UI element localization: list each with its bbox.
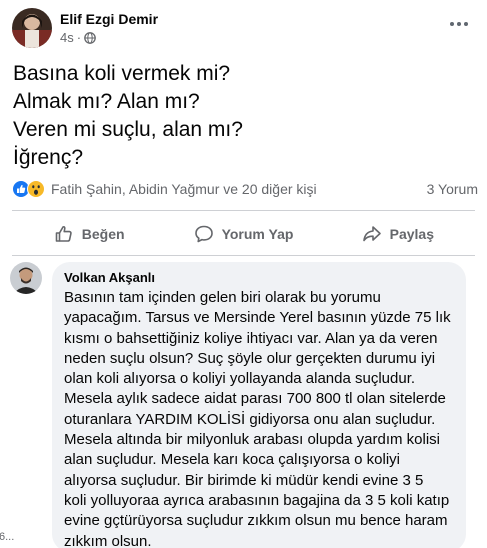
post-text: Basına koli vermek mi? Almak mı? Alan mı… xyxy=(13,60,473,172)
comment-line: alan suçludur. Mesela karı koca çalışıyo… xyxy=(64,451,400,469)
author-avatar[interactable] xyxy=(12,8,52,48)
comment-line: Mesela altında bir milyonluk arabası olu… xyxy=(64,431,441,449)
dot-icon xyxy=(457,22,461,26)
like-label: Beğen xyxy=(81,226,125,242)
globe-icon xyxy=(84,32,96,44)
post-text-line: Almak mı? Alan mı? xyxy=(13,90,200,113)
comment-line: evine gçtürüyorsa suçludur zıkkım olsun … xyxy=(64,512,448,530)
more-options-button[interactable] xyxy=(445,10,473,38)
commenter-avatar[interactable] xyxy=(10,262,42,294)
reactions-row: Fatih Şahin, Abidin Yağmur ve 20 diğer k… xyxy=(12,178,480,200)
comment-count[interactable]: 3 Yorum xyxy=(427,181,478,197)
post-text-line: İğrenç? xyxy=(13,146,84,169)
post-text-line: Basına koli vermek mi? xyxy=(13,62,231,85)
divider xyxy=(12,210,475,211)
post-text-line: Veren mi suçlu, alan mı? xyxy=(13,118,243,141)
meta-separator: · xyxy=(76,30,82,45)
dot-icon xyxy=(450,22,454,26)
comment-line: kısmı o bahsettiğiniz koliye ihtiyacı va… xyxy=(64,329,438,347)
comment-line: yapacağım. Tarsus ve Mersinde Yerel bası… xyxy=(64,309,451,327)
comment-line: Basının tam içinden gelen biri olarak bu… xyxy=(64,289,381,306)
share-arrow-icon xyxy=(362,226,381,242)
comment-bubble: Volkan Akşanlı Basının tam içinden gelen… xyxy=(52,262,466,548)
comment-text: Basının tam içinden gelen biri olarak bu… xyxy=(64,288,454,548)
share-label: Paylaş xyxy=(389,226,434,242)
thumbs-up-icon xyxy=(55,226,72,242)
post-author-name[interactable]: Elif Ezgi Demir xyxy=(60,10,158,28)
reaction-summary[interactable]: Fatih Şahin, Abidin Yağmur ve 20 diğer k… xyxy=(51,181,427,197)
divider xyxy=(12,255,475,256)
comment-line: koli yolluyoraa ayrıca arabasının bagaji… xyxy=(64,491,450,509)
post-header: Elif Ezgi Demir 4s · xyxy=(12,7,158,49)
comment-line: olan koli alıyorsa o koliyi yollayanda a… xyxy=(64,370,416,388)
comment-line: zıkkım olsun. xyxy=(64,532,152,548)
like-button[interactable]: Beğen xyxy=(12,219,166,249)
post-time[interactable]: 4s xyxy=(60,30,74,46)
comment-line: Mesela aylık sadece aidat parası 700 800… xyxy=(64,390,446,408)
comment-line: neden suçlu olsun? Suç şöyle olur gerçek… xyxy=(64,349,436,367)
post-meta: 4s · xyxy=(60,30,158,46)
commenter-name[interactable]: Volkan Akşanlı xyxy=(64,270,454,286)
comment-label: Yorum Yap xyxy=(221,226,294,242)
comment-bubble-icon xyxy=(194,225,213,243)
comment-button[interactable]: Yorum Yap xyxy=(166,219,320,249)
share-button[interactable]: Paylaş xyxy=(321,219,475,249)
comment-line: oturanlara YARDIM KOLİSİ gidiyorsa onu a… xyxy=(64,410,436,428)
wow-reaction-icon xyxy=(27,180,45,198)
post-actions: Beğen Yorum Yap Paylaş xyxy=(12,219,475,249)
cut-off-text: 6... xyxy=(0,531,15,543)
reaction-icons[interactable] xyxy=(12,180,45,198)
dot-icon xyxy=(464,22,468,26)
comment-line: alıyorsa suçludur. Bir birimde ki müdür … xyxy=(64,471,424,489)
